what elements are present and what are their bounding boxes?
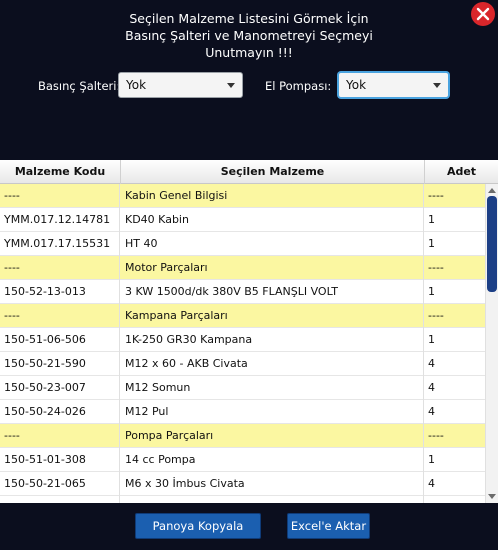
cell-qty: ---- [424, 184, 486, 208]
material-table: Malzeme Kodu Seçilen Malzeme Adet ---- Ka… [0, 160, 498, 503]
hand-pump-value: Yok [346, 78, 367, 92]
warning-message: Seçilen Malzeme Listesini Görmek İçin Ba… [0, 10, 498, 61]
cell-material: Kampana Parçaları [120, 304, 424, 328]
cell-code: ---- [0, 304, 120, 328]
column-header-qty[interactable]: Adet [425, 160, 498, 184]
cell-code: YMM.017.12.14781 [0, 208, 120, 232]
section-row[interactable]: ---- Pompa Parçaları ---- [0, 424, 486, 448]
warning-line-3: Unutmayın !!! [205, 45, 293, 60]
scroll-down-icon[interactable] [488, 494, 496, 499]
cell-material: Motor Parçaları [120, 256, 424, 280]
table-row[interactable]: 150-50-21-590 M12 x 60 - AKB Civata 4 [0, 352, 486, 376]
cell-code: 150-52-13-013 [0, 280, 120, 304]
cell-material: 1K-250 GR30 Kampana [120, 328, 424, 352]
cell-qty: ---- [424, 424, 486, 448]
cell-material: M12 Pul [120, 400, 424, 424]
hand-pump-select[interactable]: Yok [338, 72, 449, 98]
vertical-scrollbar[interactable] [486, 184, 498, 503]
column-header-code[interactable]: Malzeme Kodu [0, 160, 121, 184]
cell-code: 150-50-21-590 [0, 352, 120, 376]
cell-qty: 1 [424, 328, 486, 352]
table-row[interactable]: YMM.017.12.14781 KD40 Kabin 1 [0, 208, 486, 232]
cell-qty: ---- [424, 256, 486, 280]
copy-to-clipboard-button[interactable]: Panoya Kopyala [135, 513, 261, 539]
cell-code [0, 496, 120, 503]
warning-line-2: Basınç Şalteri ve Manometreyi Seçmeyi [125, 28, 373, 43]
pressure-switch-label: Basınç Şalteri: [38, 79, 121, 93]
cell-code: ---- [0, 256, 120, 280]
cell-material: M12 Somun [120, 376, 424, 400]
pressure-switch-select[interactable]: Yok [118, 72, 243, 98]
cell-code: 150-50-23-007 [0, 376, 120, 400]
section-row[interactable]: ---- Motor Parçaları ---- [0, 256, 486, 280]
cell-material: M12 x 60 - AKB Civata [120, 352, 424, 376]
cell-code: 150-51-06-506 [0, 328, 120, 352]
cell-qty: 1 [424, 208, 486, 232]
scroll-up-icon[interactable] [488, 188, 496, 193]
table-row[interactable] [0, 496, 486, 503]
scroll-thumb[interactable] [487, 196, 497, 292]
cell-qty: 4 [424, 376, 486, 400]
warning-line-1: Seçilen Malzeme Listesini Görmek İçin [129, 11, 369, 26]
column-header-material[interactable]: Seçilen Malzeme [121, 160, 425, 184]
table-row[interactable]: 150-52-13-013 3 KW 1500d/dk 380V B5 FLANŞ… [0, 280, 486, 304]
cell-material: HT 40 [120, 232, 424, 256]
table-row[interactable]: 150-50-21-065 M6 x 30 İmbus Civata 4 [0, 472, 486, 496]
cell-qty [424, 496, 486, 503]
chevron-down-icon [227, 83, 235, 88]
table-row[interactable]: 150-50-24-026 M12 Pul 4 [0, 400, 486, 424]
table-row[interactable]: 150-50-23-007 M12 Somun 4 [0, 376, 486, 400]
cell-qty: 4 [424, 472, 486, 496]
cell-qty: 4 [424, 400, 486, 424]
cell-material: 3 KW 1500d/dk 380V B5 FLANŞLI VOLT [120, 280, 424, 304]
cell-code: ---- [0, 424, 120, 448]
cell-qty: 1 [424, 448, 486, 472]
cell-material: Kabin Genel Bilgisi [120, 184, 424, 208]
table-row[interactable]: 150-51-01-308 14 cc Pompa 1 [0, 448, 486, 472]
section-row[interactable]: ---- Kampana Parçaları ---- [0, 304, 486, 328]
export-excel-button[interactable]: Excel'e Aktar [287, 513, 370, 539]
cell-material [120, 496, 424, 503]
cell-qty: 1 [424, 232, 486, 256]
cell-code: 150-51-01-308 [0, 448, 120, 472]
table-row[interactable]: YMM.017.17.15531 HT 40 1 [0, 232, 486, 256]
cell-qty: 1 [424, 280, 486, 304]
cell-material: Pompa Parçaları [120, 424, 424, 448]
cell-qty: ---- [424, 304, 486, 328]
pressure-switch-value: Yok [126, 78, 147, 92]
cell-material: 14 cc Pompa [120, 448, 424, 472]
cell-material: M6 x 30 İmbus Civata [120, 472, 424, 496]
cell-code: 150-50-21-065 [0, 472, 120, 496]
table-body: ---- Kabin Genel Bilgisi ---- YMM.017.12.14… [0, 184, 486, 503]
table-header: Malzeme Kodu Seçilen Malzeme Adet [0, 160, 498, 184]
cell-material: KD40 Kabin [120, 208, 424, 232]
cell-code: YMM.017.17.15531 [0, 232, 120, 256]
cell-code: ---- [0, 184, 120, 208]
chevron-down-icon [433, 83, 441, 88]
cell-qty: 4 [424, 352, 486, 376]
hand-pump-label: El Pompası: [265, 79, 332, 93]
table-row[interactable]: 150-51-06-506 1K-250 GR30 Kampana 1 [0, 328, 486, 352]
cell-code: 150-50-24-026 [0, 400, 120, 424]
section-row[interactable]: ---- Kabin Genel Bilgisi ---- [0, 184, 486, 208]
